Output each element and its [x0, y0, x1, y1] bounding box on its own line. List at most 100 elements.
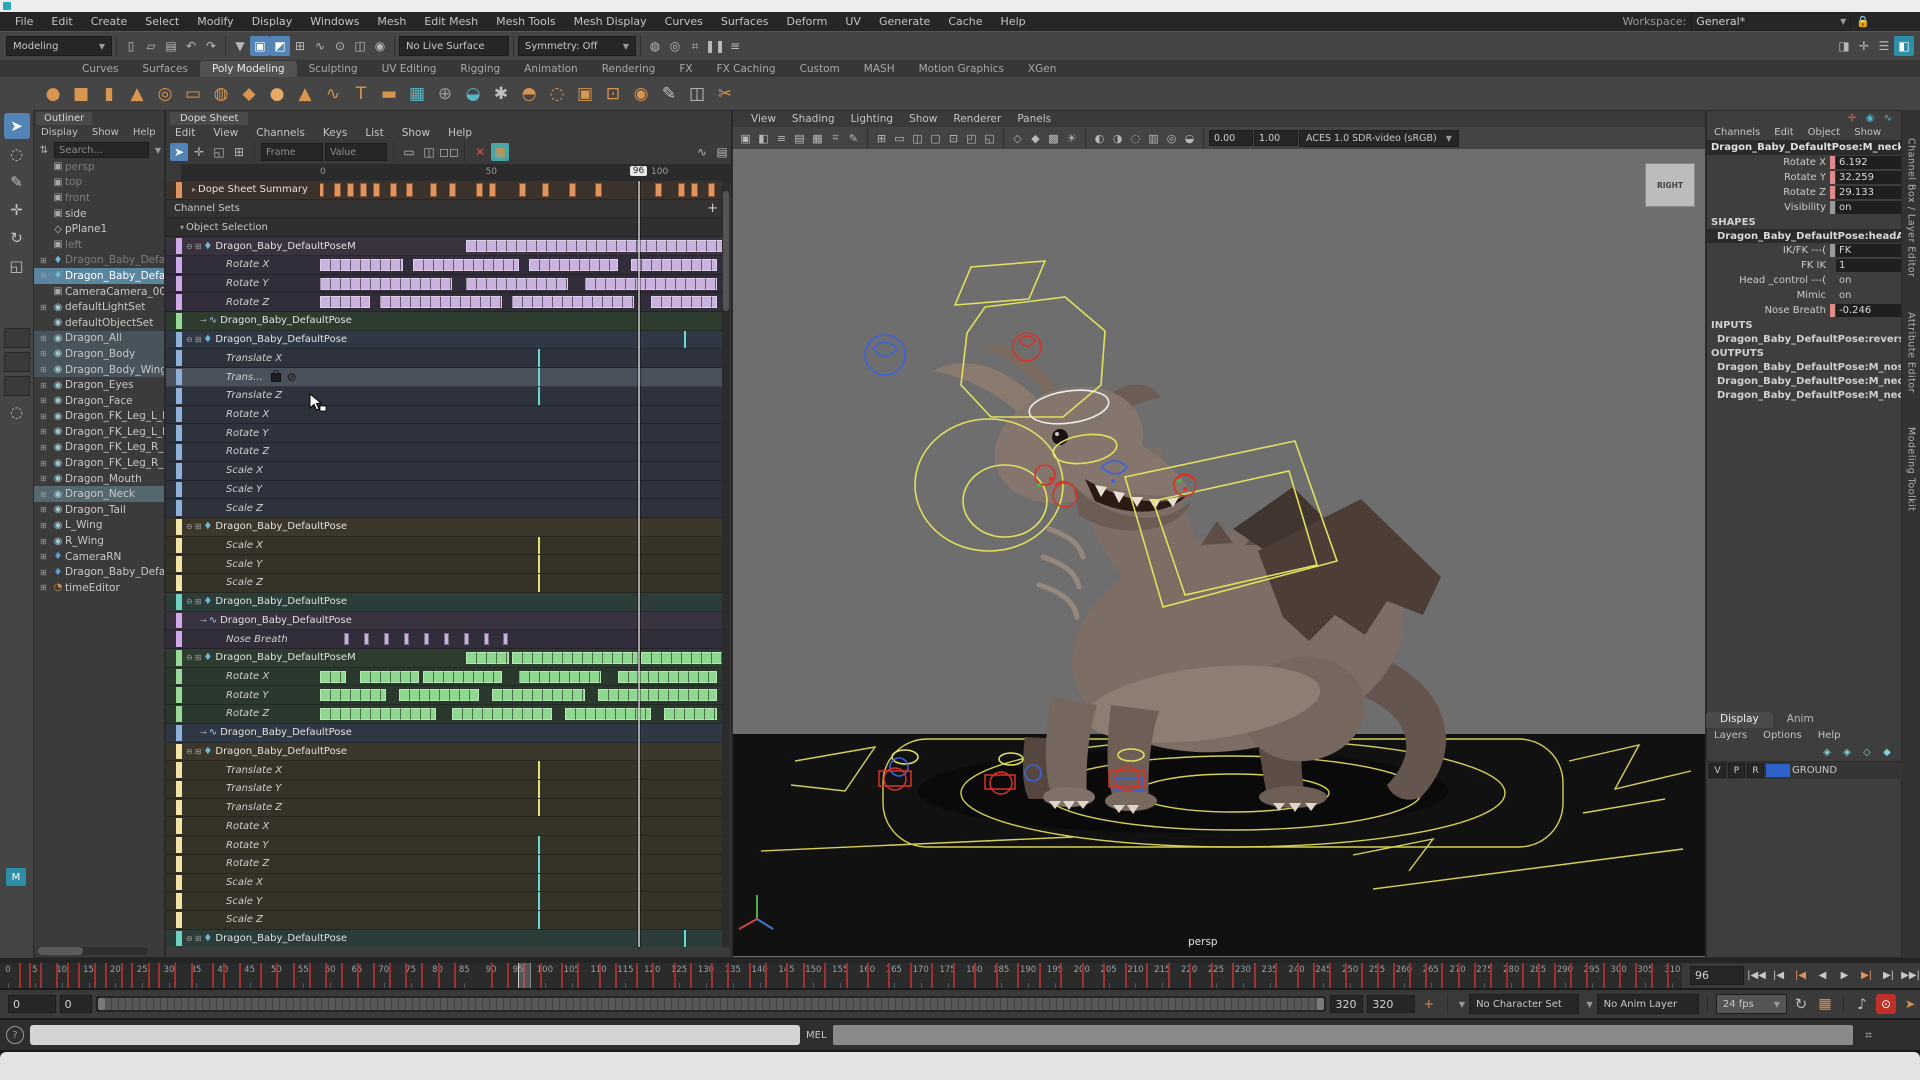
- menu-edit[interactable]: Edit: [42, 15, 81, 28]
- key-track[interactable]: [320, 874, 722, 892]
- gate-mask-icon[interactable]: ▢: [927, 130, 944, 147]
- menu-help[interactable]: Help: [992, 15, 1035, 28]
- keyframe-range[interactable]: [320, 278, 452, 290]
- animcurve-icon[interactable]: ∿: [1881, 111, 1895, 125]
- safe-action-icon[interactable]: ◰: [963, 130, 980, 147]
- key-track[interactable]: [320, 387, 722, 405]
- open-scene-icon[interactable]: ▱: [141, 36, 161, 56]
- outliner-item-defaultobjectset[interactable]: ◉defaultObjectSet: [34, 315, 164, 331]
- layer-menu-layers[interactable]: Layers: [1706, 730, 1755, 741]
- keyframe-tick[interactable]: [1254, 963, 1256, 988]
- keyframe-range[interactable]: [651, 296, 717, 308]
- outliner-item-top[interactable]: ▣top: [34, 175, 164, 191]
- wireframe-icon[interactable]: ◇: [1009, 130, 1026, 147]
- layout-shortcut-1[interactable]: [4, 328, 30, 348]
- keyframe-tick[interactable]: [615, 963, 617, 988]
- keyframe-tick[interactable]: [105, 963, 107, 988]
- shelf-tab-curves[interactable]: Curves: [70, 61, 130, 77]
- keyframe-tick[interactable]: [996, 963, 998, 988]
- keyframe-tick[interactable]: [711, 963, 713, 988]
- viewport-menu-shading[interactable]: Shading: [784, 113, 843, 125]
- time-slider-ruler[interactable]: 0510152025303540455055606570758085909510…: [0, 963, 1682, 988]
- add-anim-layer-icon[interactable]: +: [1419, 994, 1439, 1014]
- key-track[interactable]: [320, 275, 722, 293]
- multi-cut-icon[interactable]: ✂: [712, 81, 738, 107]
- keyframe-tick[interactable]: [953, 963, 955, 988]
- key-track[interactable]: [320, 499, 722, 517]
- mel-label[interactable]: MEL: [806, 1030, 827, 1041]
- keyframe-tick[interactable]: [1586, 963, 1588, 988]
- chevron-down-icon[interactable]: ▼: [1459, 1000, 1465, 1009]
- resolution-gate-icon[interactable]: ◫: [909, 130, 926, 147]
- dope-menu-keys[interactable]: Keys: [314, 127, 357, 139]
- combine-icon[interactable]: ◓: [516, 81, 542, 107]
- layer-playback-toggle[interactable]: P: [1728, 763, 1745, 778]
- keyframe-range[interactable]: [320, 671, 346, 683]
- viewport-menu-renderer[interactable]: Renderer: [945, 113, 1009, 125]
- keyframe-range[interactable]: [423, 671, 502, 683]
- keyframe-range[interactable]: [598, 689, 717, 701]
- keyframe-tick[interactable]: [19, 963, 21, 988]
- keyframe-tick[interactable]: [867, 963, 869, 988]
- keyframe-range[interactable]: [413, 259, 519, 271]
- keyframe-tick[interactable]: [824, 963, 826, 988]
- expand-icon[interactable]: ⊞: [40, 349, 51, 358]
- keyframe[interactable]: [569, 183, 576, 197]
- playhead-frame-flag[interactable]: 96: [630, 166, 647, 176]
- key-track[interactable]: [320, 892, 722, 910]
- connected-node-name[interactable]: Dragon_Baby_DefaultPose:reverse2: [1707, 332, 1901, 346]
- move-layer-down-icon[interactable]: ◆: [1880, 745, 1894, 759]
- keyframe-range[interactable]: [320, 689, 386, 701]
- expand-icon[interactable]: ⊞: [40, 271, 51, 280]
- select-component-icon[interactable]: ◩: [270, 36, 290, 56]
- outliner-item-r_wing[interactable]: ⊞◉R_Wing: [34, 533, 164, 549]
- channel-ik-fk-[interactable]: IK/FK ---(FK: [1707, 243, 1901, 258]
- cone-icon[interactable]: ▲: [124, 81, 150, 107]
- outliner-item-cameracamera_001[interactable]: ▣CameraCamera_001: [34, 284, 164, 300]
- connected-node-name[interactable]: Dragon_Baby_DefaultPose:M_nose_1_joint_s…: [1707, 360, 1901, 374]
- keyframe[interactable]: [655, 183, 662, 197]
- maya-taskbar-icon[interactable]: M: [6, 868, 26, 886]
- menu-windows[interactable]: Windows: [301, 15, 368, 28]
- outliner-item-dragon_baby_defa[interactable]: ⊞♦Dragon_Baby_Defa: [34, 268, 164, 284]
- ipr-render-icon[interactable]: ◎: [665, 36, 685, 56]
- key-track[interactable]: [466, 331, 722, 349]
- playback-end-field[interactable]: 320: [1330, 995, 1363, 1013]
- keyframe-tick[interactable]: [1329, 963, 1331, 988]
- expand-icon[interactable]: ⊞: [40, 443, 51, 452]
- keyframe-tick[interactable]: [293, 963, 295, 988]
- shelf-tab-mash[interactable]: MASH: [852, 61, 907, 77]
- key-track[interactable]: [466, 593, 722, 611]
- keyframe-tick[interactable]: [1232, 963, 1234, 988]
- keyframe-tick[interactable]: [131, 963, 133, 988]
- outliner-item-dragon_body_wing_o[interactable]: ⊞◉Dragon_Body_Wing_O: [34, 362, 164, 378]
- keyframe-tick[interactable]: [438, 963, 440, 988]
- lattice-deform-keys-icon[interactable]: ⊞: [230, 143, 248, 161]
- lock-camera-icon[interactable]: ◧: [755, 130, 772, 147]
- keyframe-tick[interactable]: [1393, 963, 1395, 988]
- right-tab-attribute-editor[interactable]: Attribute Editor: [1906, 312, 1917, 393]
- key-track[interactable]: [320, 630, 722, 648]
- gamma-field[interactable]: 1.00: [1254, 130, 1298, 146]
- shelf-tab-poly-modeling[interactable]: Poly Modeling: [200, 61, 297, 77]
- outliner-item-dragon_fk_leg_r_b[interactable]: ⊞◉Dragon_FK_Leg_R_B: [34, 440, 164, 456]
- menu-surfaces[interactable]: Surfaces: [712, 15, 778, 28]
- sphere-icon[interactable]: ●: [40, 81, 66, 107]
- key-track[interactable]: [320, 705, 722, 723]
- outliner-item-dragon_fk_leg_l_f[interactable]: ⊞◉Dragon_FK_Leg_L_F: [34, 424, 164, 440]
- outliner-item-timeeditor[interactable]: ⊞◔timeEditor: [34, 580, 164, 596]
- menu-edit-mesh[interactable]: Edit Mesh: [415, 15, 487, 28]
- keyframe[interactable]: [430, 183, 437, 197]
- go-to-end-button[interactable]: ▶▶|: [1901, 966, 1920, 985]
- keyframe-range[interactable]: [512, 652, 638, 664]
- disc-icon[interactable]: ◍: [208, 81, 234, 107]
- keyframe-tick[interactable]: [674, 963, 676, 988]
- channel-value-field[interactable]: -0.246: [1836, 304, 1901, 317]
- step-back-key-button[interactable]: |◀: [1791, 966, 1810, 985]
- expand-icon[interactable]: ⊞: [195, 597, 202, 606]
- platonic-icon[interactable]: ◆: [236, 81, 262, 107]
- keyframe[interactable]: [503, 633, 508, 645]
- keyframe-range[interactable]: [452, 708, 551, 720]
- cube-icon[interactable]: ■: [68, 81, 94, 107]
- dope-menu-help[interactable]: Help: [439, 127, 481, 139]
